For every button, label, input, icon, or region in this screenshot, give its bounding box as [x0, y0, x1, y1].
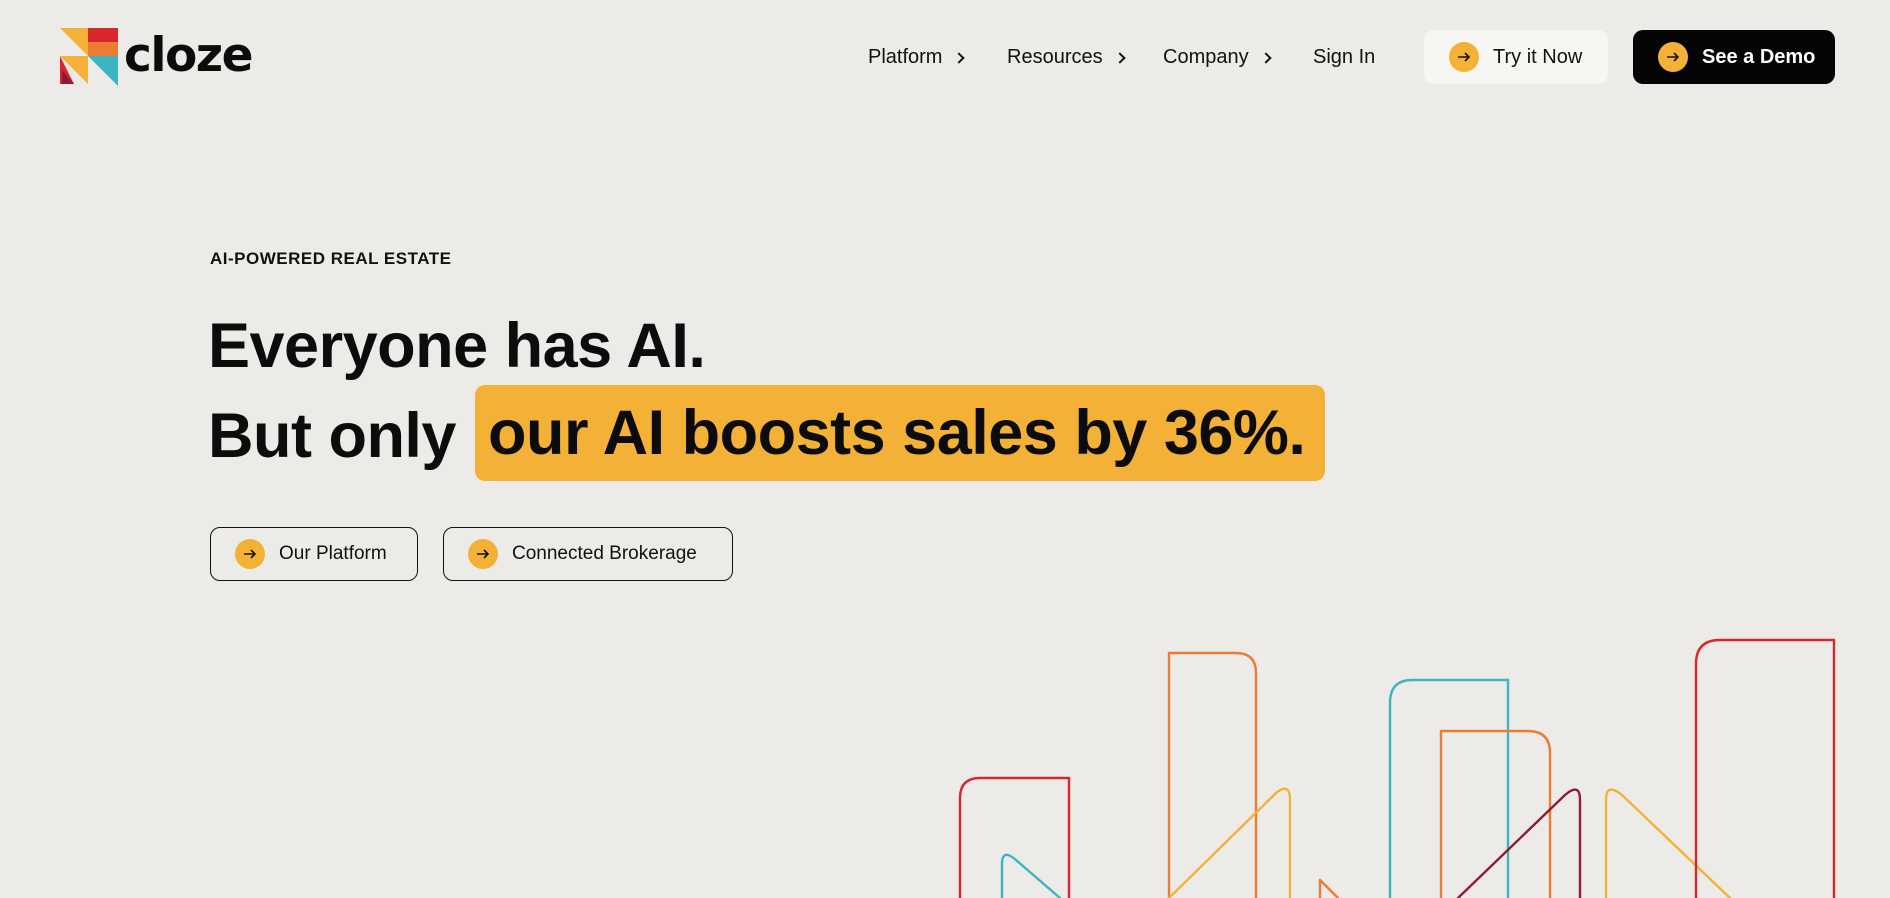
diagonal-yellow-left — [1167, 787, 1292, 898]
arrow-right-icon — [1658, 42, 1688, 72]
see-a-demo-label: See a Demo — [1702, 45, 1816, 68]
try-it-now-label: Try it Now — [1493, 45, 1583, 68]
site-header: cloze Platform Resources Company Sign In… — [0, 0, 1890, 114]
hero-headline-line-1: Everyone has AI. — [208, 311, 706, 381]
nav-sign-in[interactable]: Sign In — [1313, 30, 1375, 84]
cloze-logo-mark — [60, 28, 118, 86]
building-red-small — [958, 776, 1071, 898]
nav-company[interactable]: Company — [1163, 30, 1272, 84]
hero-eyebrow: AI-POWERED REAL ESTATE — [210, 249, 452, 268]
arrow-right-icon — [235, 539, 265, 569]
chevron-right-icon — [1259, 51, 1272, 64]
nav-platform-label: Platform — [868, 45, 943, 68]
nav-platform[interactable]: Platform — [868, 30, 966, 84]
hero-headline-highlight: our AI boosts sales by 36%. — [475, 385, 1325, 481]
nav-company-label: Company — [1163, 45, 1249, 68]
nav-sign-in-label: Sign In — [1313, 45, 1376, 68]
hero-headline-line-2-prefix: But only — [208, 401, 456, 471]
brand-wordmark: cloze — [124, 27, 254, 83]
see-a-demo-button[interactable]: See a Demo — [1633, 30, 1835, 84]
nav-resources-label: Resources — [1007, 45, 1103, 68]
arrow-right-icon — [1449, 42, 1479, 72]
roof-orange-small — [1318, 878, 1340, 898]
connected-brokerage-button[interactable]: Connected Brokerage — [443, 527, 733, 581]
try-it-now-button[interactable]: Try it Now — [1424, 30, 1608, 84]
chevron-right-icon — [1113, 51, 1126, 64]
building-red-tall — [1694, 638, 1836, 898]
cloze-logo[interactable]: cloze — [60, 27, 254, 87]
diagonal-maroon — [1456, 788, 1582, 898]
building-teal — [1388, 678, 1510, 898]
nav-resources[interactable]: Resources — [1007, 30, 1126, 84]
building-orange-mid — [1439, 729, 1552, 898]
roof-yellow-right — [1604, 788, 1732, 898]
building-orange-tall — [1167, 651, 1258, 898]
chevron-right-icon — [953, 51, 966, 64]
our-platform-label: Our Platform — [279, 543, 387, 564]
arrow-right-icon — [468, 539, 498, 569]
roof-teal-small — [1000, 853, 1062, 898]
our-platform-button[interactable]: Our Platform — [210, 527, 418, 581]
connected-brokerage-label: Connected Brokerage — [512, 543, 697, 564]
